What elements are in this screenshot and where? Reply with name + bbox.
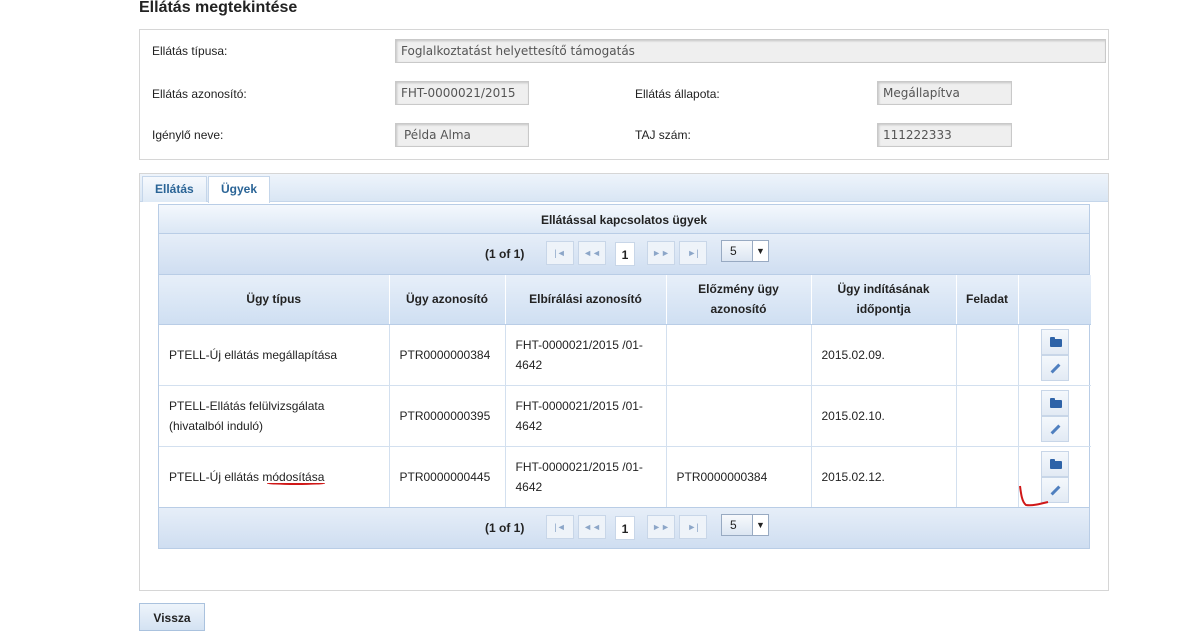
prev-page-button[interactable]: ◄◄ (578, 241, 606, 265)
cell-decision-id: FHT-0000021/2015 /01-4642 (505, 385, 667, 447)
rows-per-page-value: 5 (730, 518, 737, 532)
tab-strip: Ellátás Ügyek (140, 174, 1108, 203)
cases-grid: Ellátással kapcsolatos ügyek (1 of 1) |◄… (158, 204, 1091, 549)
status-field[interactable]: Megállapítva (877, 81, 1012, 105)
cell-task (956, 385, 1019, 447)
cell-start-date: 2015.02.09. (811, 324, 957, 386)
paginator-top: (1 of 1) |◄ ◄◄ 1 ►► ►| 5 ▼ (159, 234, 1089, 275)
red-underline-annotation (267, 482, 325, 485)
open-folder-icon[interactable] (1040, 450, 1069, 477)
cell-prev-id (666, 324, 812, 386)
col-header-decision-id[interactable]: Elbírálási azonosító (505, 275, 667, 325)
red-check-annotation (1019, 485, 1049, 507)
page-title: Ellátás megtekintése (139, 0, 298, 16)
table-row: PTELL-Ellátás felülvizsgálata (hivatalbó… (159, 385, 1091, 447)
grid-caption: Ellátással kapcsolatos ügyek (159, 205, 1089, 234)
cell-type: PTELL-Új ellátás módosítása (159, 446, 390, 507)
col-header-prev-id[interactable]: Előzmény ügy azonosító (666, 275, 812, 325)
back-button[interactable]: Vissza (139, 603, 205, 631)
table-row: PTELL-Új ellátás megállapítása PTR000000… (159, 324, 1091, 386)
cell-task (956, 446, 1019, 507)
id-label: Ellátás azonosító: (152, 87, 247, 101)
open-folder-icon[interactable] (1040, 328, 1069, 355)
page-number-1[interactable]: 1 (615, 516, 635, 540)
col-header-task[interactable]: Feladat (956, 275, 1019, 325)
page-number-1[interactable]: 1 (615, 242, 635, 266)
col-header-id[interactable]: Ügy azonosító (389, 275, 506, 325)
table-row: PTELL-Új ellátás módosítása PTR000000044… (159, 446, 1091, 507)
cell-prev-id (666, 385, 812, 447)
cell-id: PTR0000000395 (389, 385, 506, 447)
chevron-down-icon[interactable]: ▼ (752, 241, 768, 261)
last-page-button[interactable]: ►| (679, 515, 707, 539)
tab-ugyek[interactable]: Ügyek (208, 176, 271, 203)
taj-field[interactable]: 111222333 (877, 123, 1012, 147)
type-field[interactable]: Foglalkoztatást helyettesítő támogatás (395, 39, 1106, 63)
last-page-button[interactable]: ►| (679, 241, 707, 265)
page-report: (1 of 1) (485, 247, 525, 261)
first-page-button[interactable]: |◄ (546, 241, 574, 265)
col-header-type[interactable]: Ügy típus (159, 275, 390, 325)
cell-start-date: 2015.02.10. (811, 385, 957, 447)
cell-decision-id: FHT-0000021/2015 /01-4642 (505, 446, 667, 507)
tab-view: Ellátás Ügyek Ellátással kapcsolatos ügy… (139, 173, 1109, 591)
applicant-field[interactable]: Példa Alma (395, 123, 529, 147)
cell-prev-id: PTR0000000384 (666, 446, 812, 507)
info-panel: Ellátás típusa: Foglalkoztatást helyette… (139, 29, 1109, 160)
cell-task (956, 324, 1019, 386)
taj-label: TAJ szám: (635, 128, 691, 142)
cell-id: PTR0000000384 (389, 324, 506, 386)
cell-type: PTELL-Új ellátás megállapítása (159, 324, 390, 386)
cell-actions (1018, 324, 1091, 386)
cell-start-date: 2015.02.12. (811, 446, 957, 507)
pencil-icon[interactable] (1040, 415, 1069, 442)
page-report: (1 of 1) (485, 521, 525, 535)
prev-page-button[interactable]: ◄◄ (578, 515, 606, 539)
rows-per-page-select[interactable]: 5 ▼ (721, 240, 769, 262)
col-header-actions (1018, 275, 1091, 325)
applicant-label: Igénylő neve: (152, 128, 224, 142)
cell-type: PTELL-Ellátás felülvizsgálata (hivatalbó… (159, 385, 390, 447)
pencil-icon[interactable] (1040, 354, 1069, 381)
chevron-down-icon[interactable]: ▼ (752, 515, 768, 535)
next-page-button[interactable]: ►► (647, 241, 675, 265)
rows-per-page-value: 5 (730, 244, 737, 258)
first-page-button[interactable]: |◄ (546, 515, 574, 539)
tab-ellatas[interactable]: Ellátás (142, 176, 207, 202)
cell-id: PTR0000000445 (389, 446, 506, 507)
col-header-start-date[interactable]: Ügy indításának időpontja (811, 275, 957, 325)
paginator-bottom: (1 of 1) |◄ ◄◄ 1 ►► ►| 5 ▼ (159, 507, 1089, 548)
status-label: Ellátás állapota: (635, 87, 720, 101)
type-label: Ellátás típusa: (152, 44, 228, 58)
next-page-button[interactable]: ►► (647, 515, 675, 539)
id-field[interactable]: FHT-0000021/2015 (395, 81, 529, 105)
header-row: Ügy típus Ügy azonosító Elbírálási azono… (159, 275, 1091, 325)
rows-per-page-select[interactable]: 5 ▼ (721, 514, 769, 536)
cases-table: Ügy típus Ügy azonosító Elbírálási azono… (159, 275, 1091, 507)
cell-decision-id: FHT-0000021/2015 /01-4642 (505, 324, 667, 386)
open-folder-icon[interactable] (1040, 389, 1069, 416)
cell-actions (1018, 385, 1091, 447)
